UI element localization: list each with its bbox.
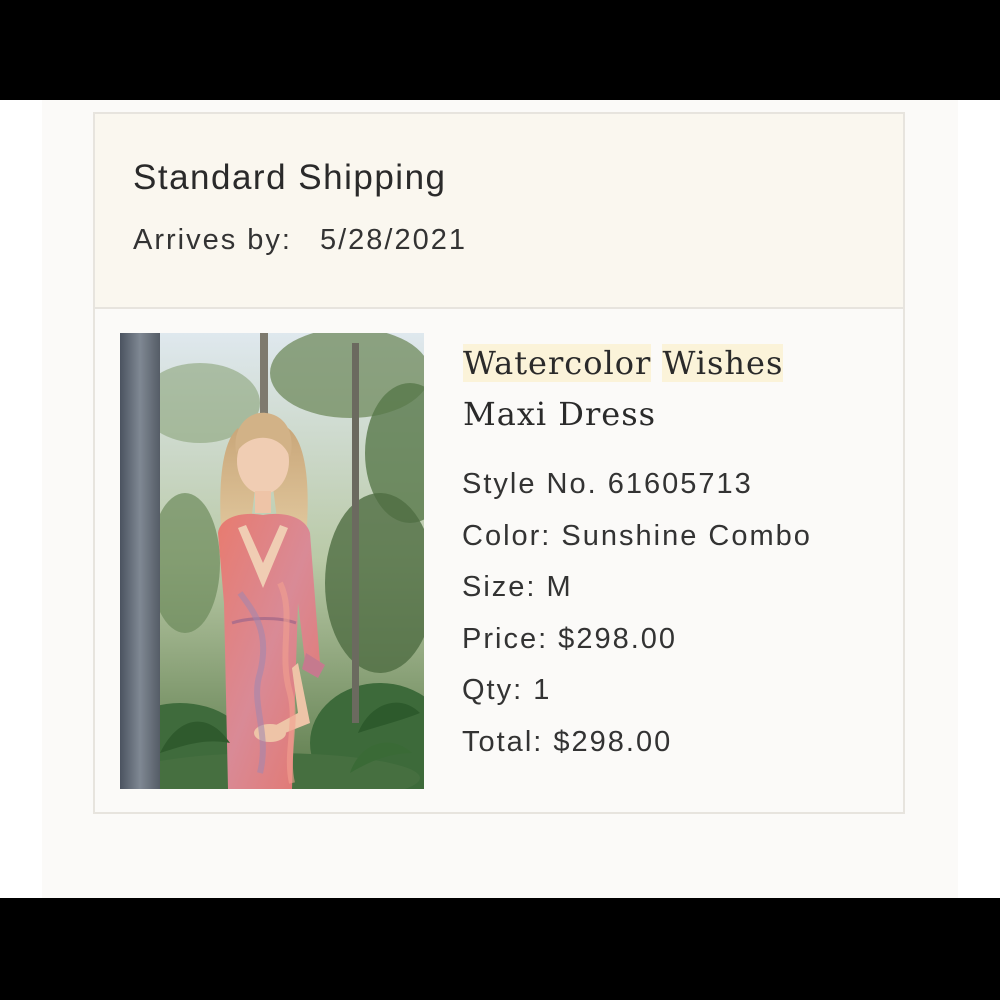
product-details: Style No. 61605713 Color: Sunshine Combo… bbox=[462, 459, 812, 768]
price-value: Price: $298.00 bbox=[462, 622, 678, 655]
product-name-word: Wishes bbox=[662, 344, 784, 382]
shipping-header: Standard Shipping Arrives by: 5/28/2021 bbox=[95, 114, 903, 309]
style-number: Style No. 61605713 bbox=[462, 468, 753, 500]
page-panel: Standard Shipping Arrives by: 5/28/2021 bbox=[42, 100, 958, 898]
total-value: Total: $298.00 bbox=[462, 725, 673, 758]
color-value: Color: Sunshine Combo bbox=[462, 519, 812, 552]
screen: Standard Shipping Arrives by: 5/28/2021 bbox=[0, 100, 1000, 898]
arrival-row: Arrives by: 5/28/2021 bbox=[133, 224, 467, 257]
product-image[interactable] bbox=[120, 333, 424, 789]
size-value: Size: M bbox=[462, 571, 573, 603]
shipping-method-title: Standard Shipping bbox=[133, 158, 447, 197]
tree-trunk bbox=[120, 333, 160, 789]
product-name-word: Watercolor bbox=[463, 344, 652, 382]
product-name-line: Maxi Dress bbox=[463, 395, 657, 433]
order-item-card: Standard Shipping Arrives by: 5/28/2021 bbox=[93, 112, 905, 814]
product-name[interactable]: Watercolor Wishes Maxi Dress bbox=[463, 338, 883, 440]
quantity-value: Qty: 1 bbox=[462, 674, 552, 706]
arrival-date: 5/28/2021 bbox=[319, 224, 467, 256]
tree-trunk-thin bbox=[352, 343, 359, 723]
arrives-by-label: Arrives by: bbox=[133, 224, 292, 256]
